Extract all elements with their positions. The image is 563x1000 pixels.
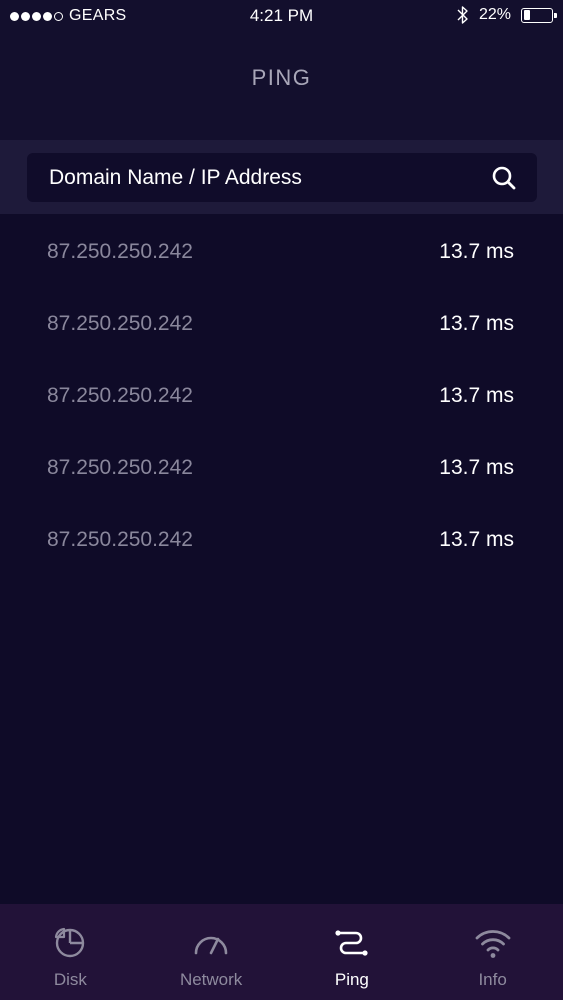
result-ip-address: 87.250.250.242	[47, 384, 193, 407]
result-ip-address: 87.250.250.242	[47, 456, 193, 479]
ping-screen: GEARS 4:21 PM 22% PING Domain Name / IP …	[0, 0, 563, 1000]
tab-label: Ping	[334, 970, 369, 989]
tab-label: Info	[478, 970, 507, 989]
result-latency: 13.7 ms	[439, 456, 514, 479]
result-ip-address: 87.250.250.242	[47, 240, 193, 263]
battery-fill	[523, 10, 530, 20]
wifi-icon	[475, 930, 511, 958]
tab-disk[interactable]: Disk	[0, 904, 141, 1000]
tab-label: Network	[179, 970, 243, 989]
status-bar: GEARS 4:21 PM 22%	[0, 0, 563, 34]
result-ip-address: 87.250.250.242	[47, 312, 193, 335]
result-latency: 13.7 ms	[439, 384, 514, 407]
result-latency: 13.7 ms	[439, 528, 514, 551]
ping-result-row: 87.250.250.242 13.7 ms	[0, 434, 563, 506]
pie-chart-icon	[55, 927, 85, 958]
ping-result-row: 87.250.250.242 13.7 ms	[0, 362, 563, 434]
ping-route-icon	[335, 930, 368, 956]
tab-ping[interactable]: Ping	[282, 904, 423, 1000]
ping-result-row: 87.250.250.242 13.7 ms	[0, 290, 563, 362]
result-latency: 13.7 ms	[439, 312, 514, 335]
tab-label: Disk	[53, 970, 87, 989]
header-area: GEARS 4:21 PM 22% PING	[0, 0, 563, 140]
status-right: 22%	[457, 5, 557, 25]
ping-result-row: 87.250.250.242 13.7 ms	[0, 506, 563, 578]
search-input[interactable]: Domain Name / IP Address	[27, 153, 537, 202]
search-icon[interactable]	[491, 165, 517, 191]
tab-network[interactable]: Network	[141, 904, 282, 1000]
tab-info[interactable]: Info	[422, 904, 563, 1000]
ping-results-list: 87.250.250.242 13.7 ms 87.250.250.242 13…	[0, 218, 563, 578]
speedometer-icon	[194, 936, 228, 955]
result-latency: 13.7 ms	[439, 240, 514, 263]
battery-percent: 22%	[478, 6, 511, 23]
battery-tip	[554, 12, 557, 18]
ping-result-row: 87.250.250.242 13.7 ms	[0, 218, 563, 290]
result-ip-address: 87.250.250.242	[47, 528, 193, 551]
bluetooth-icon	[457, 6, 468, 24]
tab-bar: Disk Network Ping Info	[0, 904, 563, 1000]
page-title: PING	[251, 65, 312, 90]
search-placeholder: Domain Name / IP Address	[49, 166, 302, 189]
battery-icon	[521, 7, 557, 23]
search-bar-container: Domain Name / IP Address	[0, 140, 563, 214]
